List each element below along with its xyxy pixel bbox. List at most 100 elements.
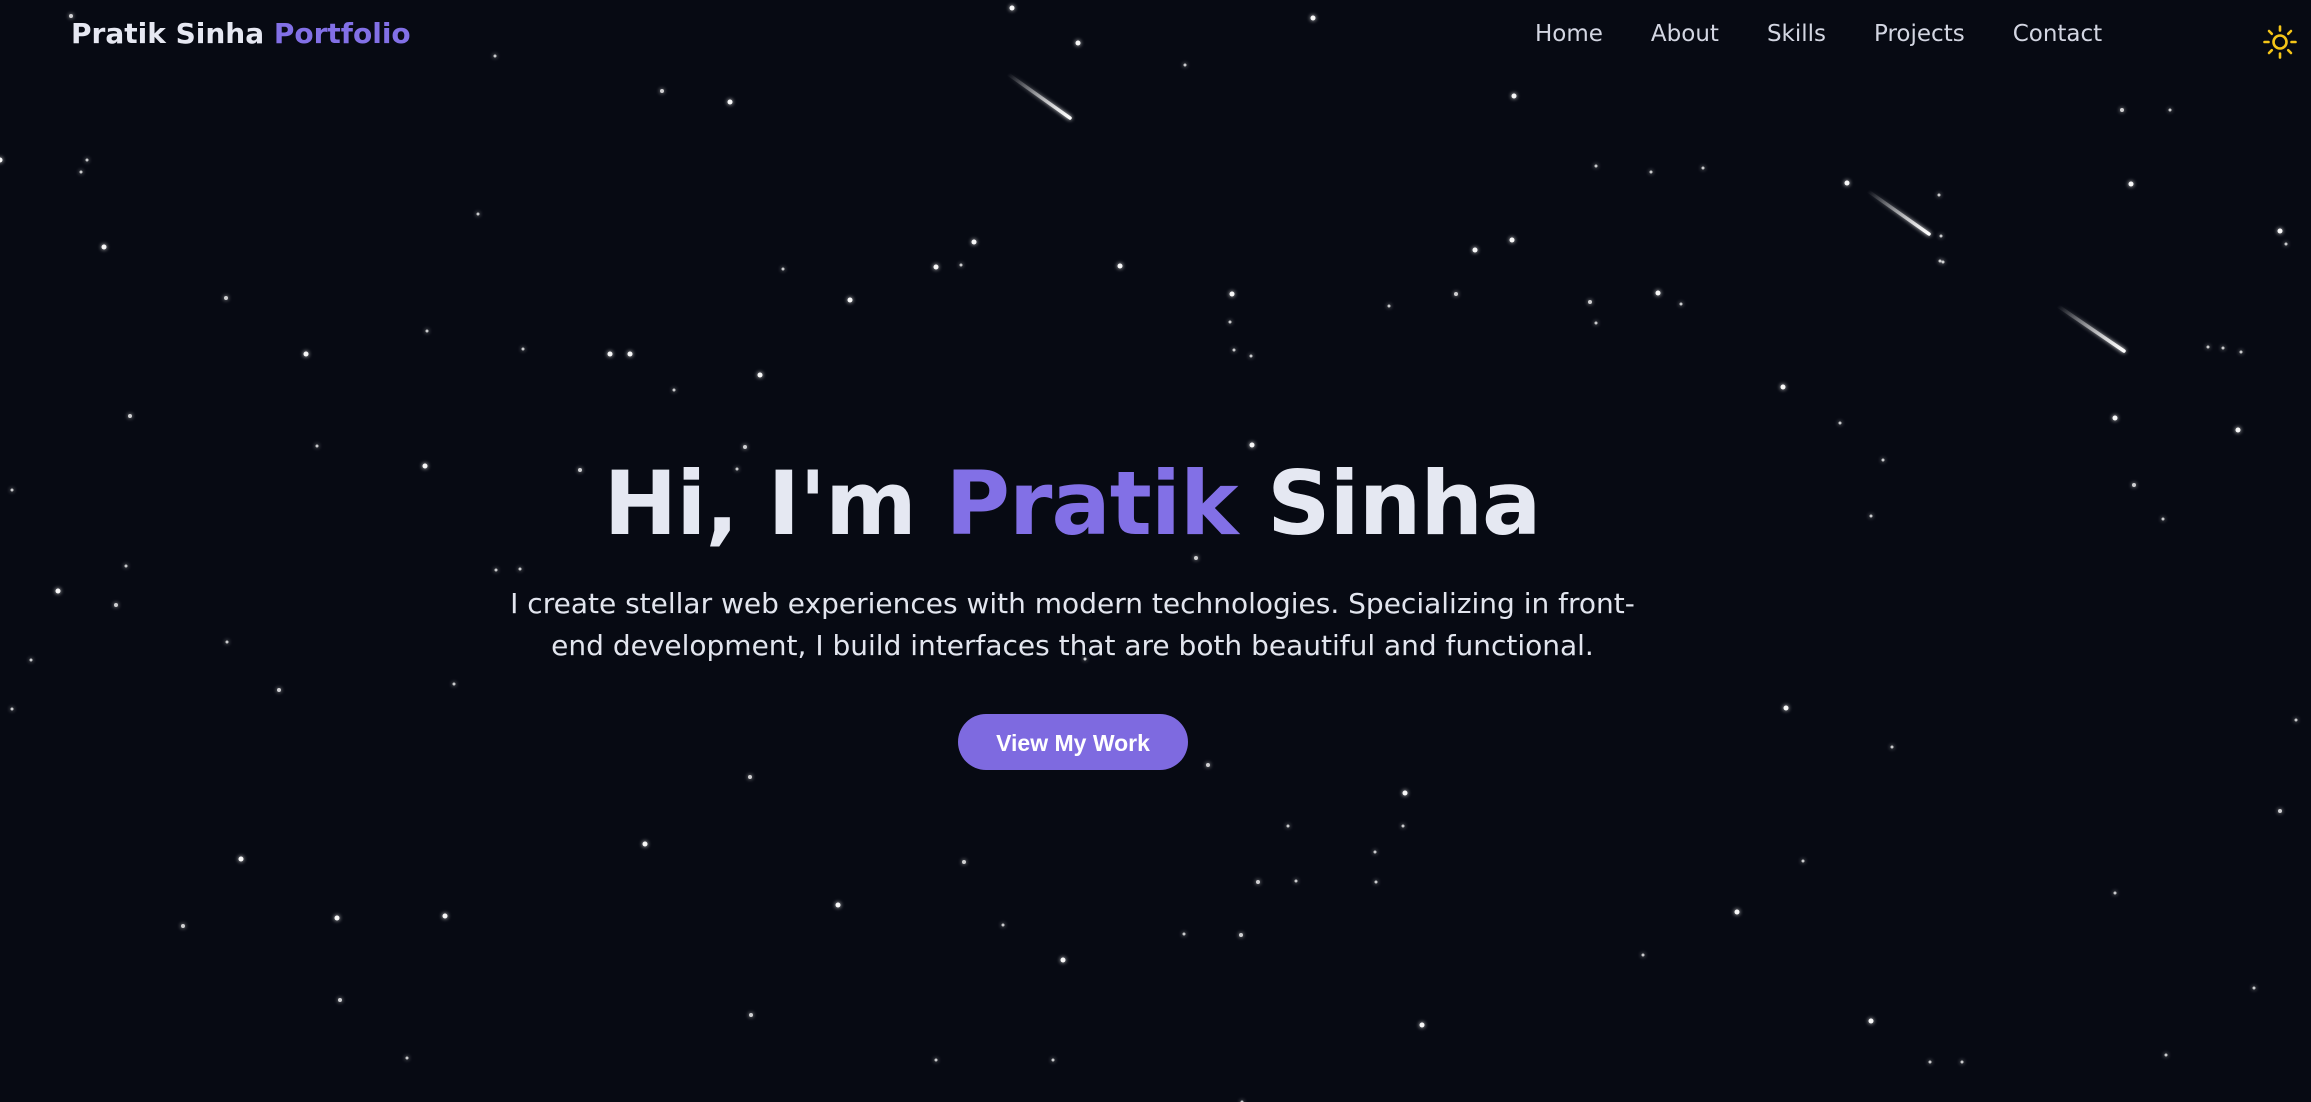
star: [1001, 923, 1005, 927]
star: [847, 297, 853, 303]
star: [1649, 170, 1653, 174]
star: [1117, 263, 1123, 269]
star: [1472, 247, 1478, 253]
hero-subtitle: I create stellar web experiences with mo…: [510, 587, 1635, 662]
star: [1511, 93, 1517, 99]
star: [1655, 290, 1661, 296]
star: [1232, 348, 1236, 352]
brand-name: Pratik Sinha: [71, 17, 265, 50]
star: [1509, 237, 1515, 243]
shooting-star: [1866, 189, 1931, 236]
star: [1941, 260, 1945, 264]
star: [2294, 718, 2298, 722]
star: [2284, 242, 2288, 246]
star: [2235, 427, 2241, 433]
star: [85, 158, 89, 162]
star: [442, 913, 448, 919]
star: [642, 841, 648, 847]
view-my-work-button[interactable]: View My Work: [958, 714, 1188, 770]
star: [1641, 953, 1645, 957]
nav-link-home[interactable]: Home: [1535, 21, 1603, 47]
star: [1206, 763, 1210, 767]
brand-suffix: Portfolio: [273, 17, 411, 50]
star: [181, 924, 185, 928]
star: [627, 351, 633, 357]
star: [0, 157, 3, 163]
star: [748, 775, 752, 779]
star: [835, 902, 841, 908]
nav-link-projects[interactable]: Projects: [1874, 21, 1965, 47]
brand-logo[interactable]: Pratik Sinha Portfolio: [71, 17, 411, 50]
star: [476, 212, 480, 216]
star: [962, 860, 966, 864]
star: [1229, 291, 1235, 297]
star: [1182, 932, 1186, 936]
hero-last-name: Sinha: [1267, 452, 1541, 555]
star: [128, 414, 132, 418]
star: [1060, 957, 1066, 963]
star: [1294, 879, 1298, 883]
star: [727, 99, 733, 105]
star: [55, 588, 61, 594]
star: [743, 445, 747, 449]
star: [2113, 891, 2117, 895]
star: [1890, 745, 1894, 749]
star: [2161, 517, 2165, 521]
star: [971, 239, 977, 245]
star: [1402, 790, 1408, 796]
nav-link-skills[interactable]: Skills: [1767, 21, 1826, 47]
star: [1801, 859, 1805, 863]
star: [2120, 108, 2124, 112]
star: [1249, 442, 1255, 448]
star: [2128, 181, 2134, 187]
star: [1783, 705, 1789, 711]
nav-link-contact[interactable]: Contact: [2013, 21, 2102, 47]
star: [607, 351, 613, 357]
star: [2252, 986, 2256, 990]
star: [29, 658, 33, 662]
star: [1937, 193, 1941, 197]
star: [1679, 302, 1683, 306]
star: [2168, 108, 2172, 112]
star: [277, 688, 281, 692]
star: [1701, 166, 1705, 170]
star: [933, 264, 939, 270]
star: [1239, 933, 1243, 937]
star: [1838, 421, 1842, 425]
star: [334, 915, 340, 921]
star: [101, 244, 107, 250]
star: [452, 682, 456, 686]
navbar: Pratik Sinha Portfolio Home About Skills…: [0, 0, 2311, 72]
star: [224, 296, 228, 300]
star: [114, 603, 118, 607]
star: [1387, 304, 1391, 308]
page: Pratik Sinha Portfolio Home About Skills…: [0, 0, 2311, 1102]
star: [2277, 228, 2283, 234]
star: [1454, 292, 1458, 296]
star: [1249, 354, 1253, 358]
star: [518, 567, 522, 571]
theme-toggle-button[interactable]: [2262, 24, 2298, 60]
star: [749, 1013, 753, 1017]
shooting-star: [1006, 72, 1072, 120]
star: [1938, 259, 1942, 263]
star: [494, 568, 498, 572]
star: [1960, 1060, 1964, 1064]
star: [1228, 320, 1232, 324]
star: [2112, 415, 2118, 421]
star: [2239, 350, 2243, 354]
star: [672, 388, 676, 392]
star: [1594, 321, 1598, 325]
star: [2206, 345, 2210, 349]
nav-menu: Home About Skills Projects Contact: [1535, 21, 2102, 47]
star: [1419, 1022, 1425, 1028]
nav-link-about[interactable]: About: [1651, 21, 1719, 47]
star: [1373, 850, 1377, 854]
star: [1868, 1018, 1874, 1024]
star: [1286, 824, 1290, 828]
star: [1780, 384, 1786, 390]
star: [1588, 300, 1592, 304]
star: [2221, 346, 2225, 350]
sun-icon: [2263, 25, 2297, 59]
star: [225, 640, 229, 644]
